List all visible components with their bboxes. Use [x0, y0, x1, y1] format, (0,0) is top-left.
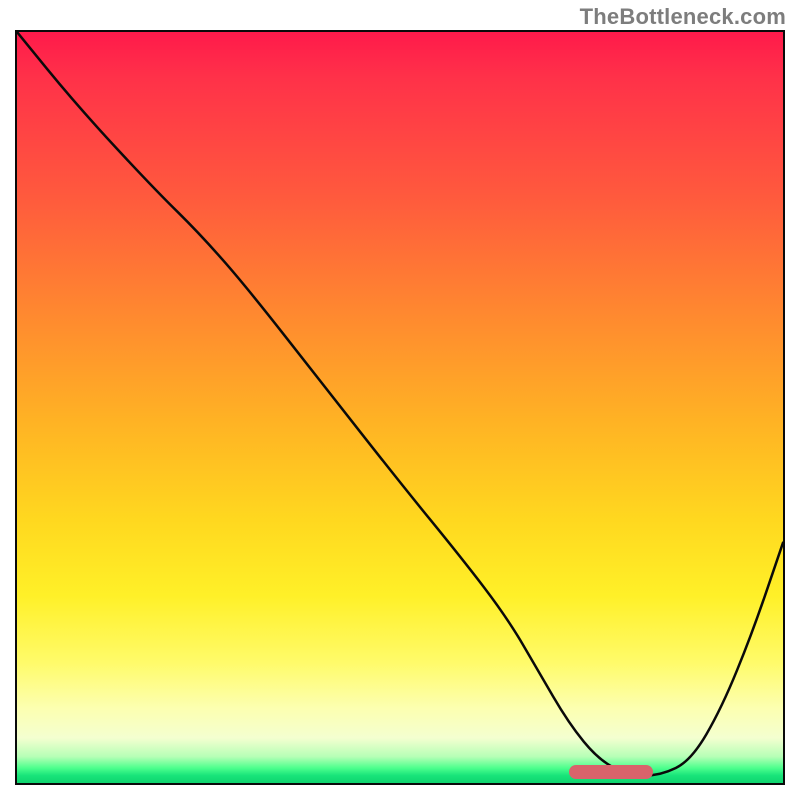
plot-area: [15, 30, 785, 785]
watermark-text: TheBottleneck.com: [580, 4, 786, 30]
bottleneck-curve: [17, 32, 783, 776]
bottleneck-curve-svg: [17, 32, 783, 783]
bottleneck-chart: TheBottleneck.com: [0, 0, 800, 800]
optimal-range-marker: [569, 765, 653, 779]
